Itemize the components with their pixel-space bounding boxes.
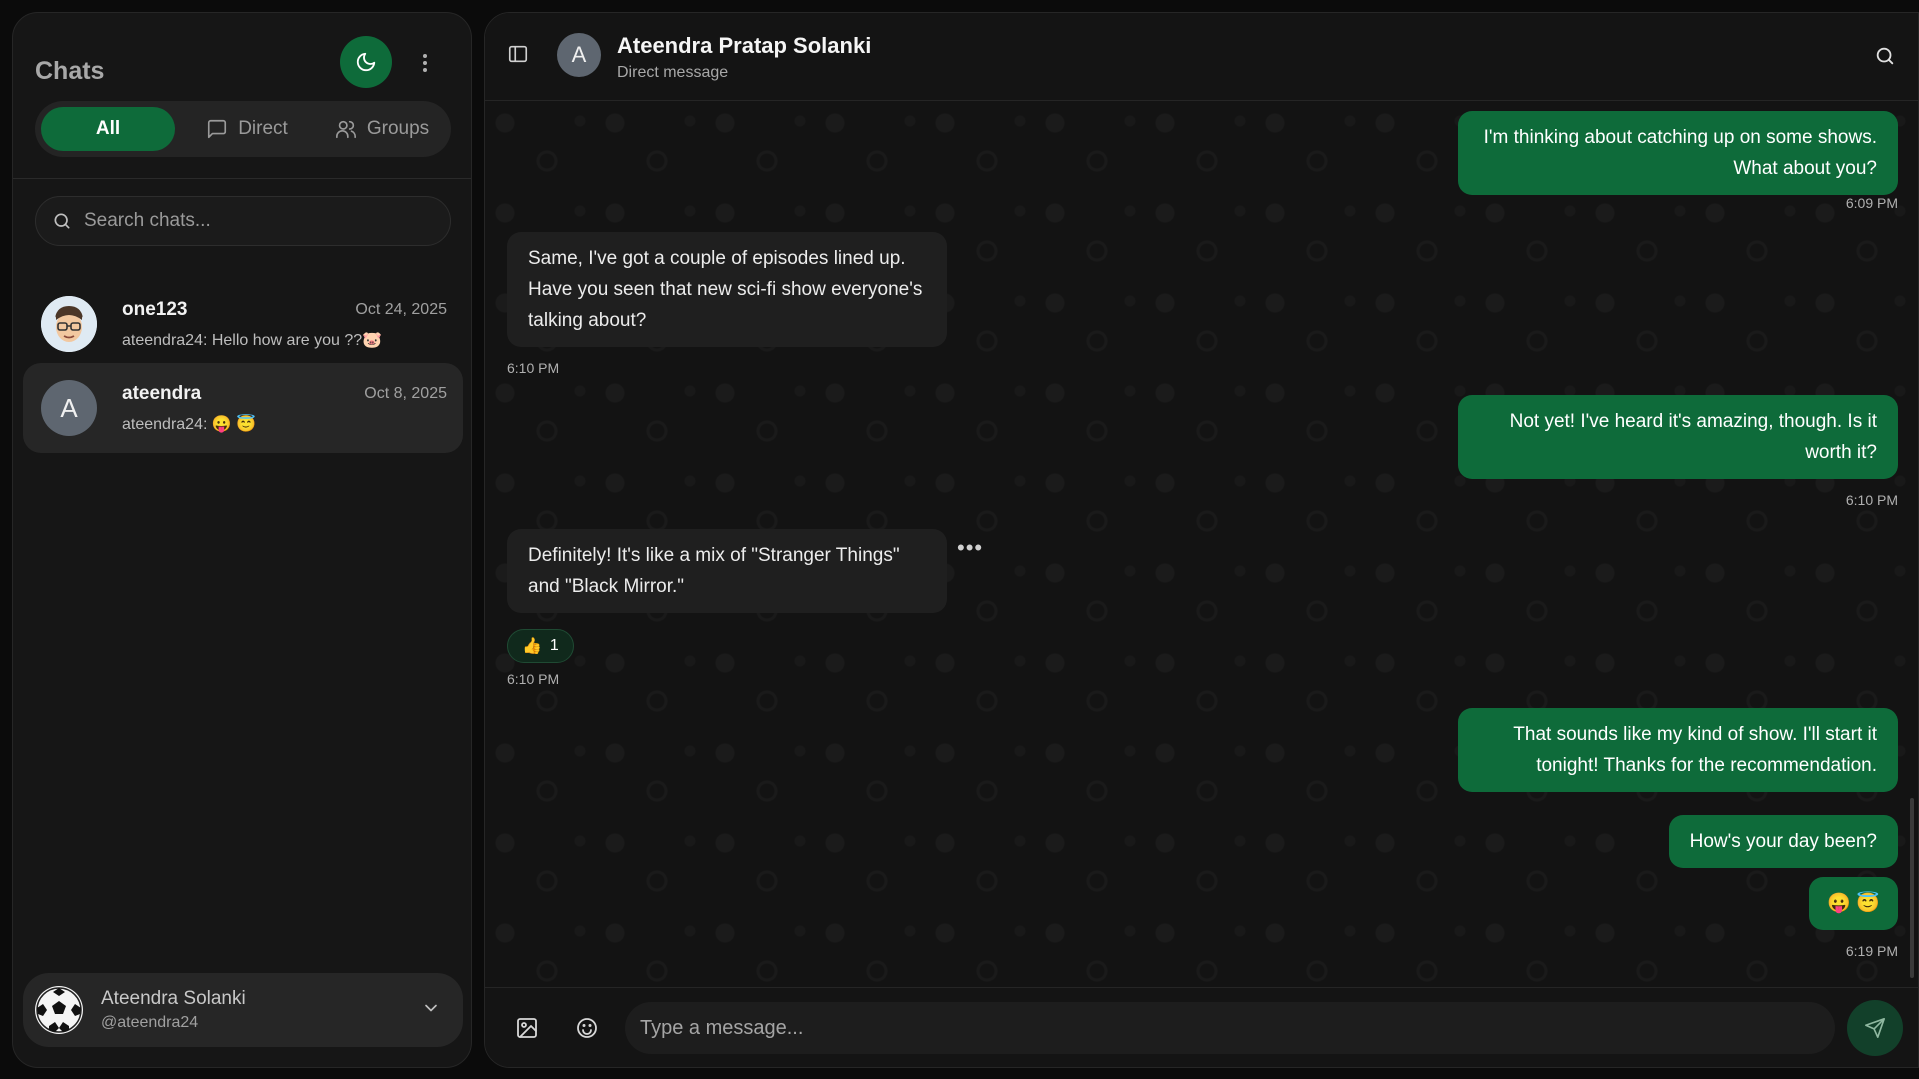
message-time: 6:19 PM xyxy=(1845,943,1898,959)
message-list[interactable]: I'm thinking about catching up on some s… xyxy=(485,13,1918,988)
search-icon[interactable] xyxy=(1874,45,1896,67)
scrollbar[interactable] xyxy=(1910,798,1914,978)
sidebar-title: Chats xyxy=(35,57,105,85)
reaction-emoji: 👍 xyxy=(522,638,542,655)
profile-name: Ateendra Solanki xyxy=(101,988,246,1009)
message-time: 6:10 PM xyxy=(1845,492,1898,508)
tab-label: All xyxy=(95,118,121,139)
chevron-down-icon xyxy=(421,998,441,1018)
tab-direct[interactable]: Direct xyxy=(187,107,307,151)
message-square-icon xyxy=(206,118,228,140)
theme-toggle-button[interactable] xyxy=(340,36,392,88)
chat-date: Oct 24, 2025 xyxy=(355,301,447,318)
chat-preview: ateendra24: Hello how are you ??🐷 xyxy=(122,332,383,349)
search-input[interactable] xyxy=(84,210,424,232)
tab-all[interactable]: All xyxy=(41,107,175,151)
message-time: 6:10 PM xyxy=(507,671,560,687)
sidebar-divider xyxy=(13,178,471,179)
send-button[interactable] xyxy=(1847,1000,1903,1056)
chat-subtitle: Direct message xyxy=(617,64,729,81)
sidebar-toggle-icon[interactable] xyxy=(507,43,529,65)
outgoing-message: That sounds like my kind of show. I'll s… xyxy=(1458,708,1898,792)
chat-date: Oct 8, 2025 xyxy=(364,385,447,402)
chat-preview: ateendra24: 😛 😇 xyxy=(122,416,257,433)
reaction-count: 1 xyxy=(549,637,559,654)
avatar xyxy=(41,296,97,352)
message-composer xyxy=(485,987,1918,1067)
moon-icon xyxy=(355,51,377,73)
message-time: 6:10 PM xyxy=(507,360,560,376)
message-input[interactable] xyxy=(625,1002,1835,1054)
image-attach-icon[interactable] xyxy=(515,1016,539,1040)
tab-label: Direct xyxy=(238,118,288,139)
message-options-button[interactable]: ••• xyxy=(957,535,983,561)
tab-groups[interactable]: Groups xyxy=(317,107,447,151)
tab-label: Groups xyxy=(366,118,430,139)
message-time: 6:09 PM xyxy=(1845,195,1898,211)
chat-name: one123 xyxy=(122,299,188,320)
outgoing-message: How's your day been? xyxy=(1668,815,1898,868)
chat-filter-tabs: All Direct Groups xyxy=(35,101,451,157)
search-chats xyxy=(35,196,451,246)
chat-window: I'm thinking about catching up on some s… xyxy=(484,12,1919,1068)
avatar: A xyxy=(41,380,97,436)
user-profile-menu[interactable]: Ateendra Solanki @ateendra24 xyxy=(23,973,463,1047)
avatar: A xyxy=(557,33,601,77)
chat-list-item[interactable]: one123 Oct 24, 2025 ateendra24: Hello ho… xyxy=(23,279,463,369)
more-vertical-icon xyxy=(422,53,428,73)
reaction-badge[interactable]: 👍 1 xyxy=(507,629,574,663)
users-icon xyxy=(335,118,357,140)
avatar xyxy=(35,986,83,1034)
incoming-message: Definitely! It's like a mix of "Stranger… xyxy=(507,529,947,613)
chat-sidebar: Chats All Direct Groups Search chats... … xyxy=(12,12,472,1068)
emoji-icon[interactable] xyxy=(575,1016,599,1040)
send-icon xyxy=(1864,1017,1886,1039)
chat-title: Ateendra Pratap Solanki xyxy=(617,33,872,58)
incoming-message: Same, I've got a couple of episodes line… xyxy=(507,232,947,347)
profile-handle: @ateendra24 xyxy=(101,1014,199,1031)
outgoing-message: Not yet! I've heard it's amazing, though… xyxy=(1458,395,1898,479)
outgoing-message: I'm thinking about catching up on some s… xyxy=(1458,111,1898,195)
chat-header: A Ateendra Pratap Solanki Direct message xyxy=(485,13,1918,101)
outgoing-message: 😛 😇 xyxy=(1809,877,1898,930)
chat-list-item[interactable]: A ateendra Oct 8, 2025 ateendra24: 😛 😇 xyxy=(23,363,463,453)
more-options-button[interactable] xyxy=(411,43,439,83)
search-icon xyxy=(52,211,72,231)
chat-name: ateendra xyxy=(122,383,202,404)
